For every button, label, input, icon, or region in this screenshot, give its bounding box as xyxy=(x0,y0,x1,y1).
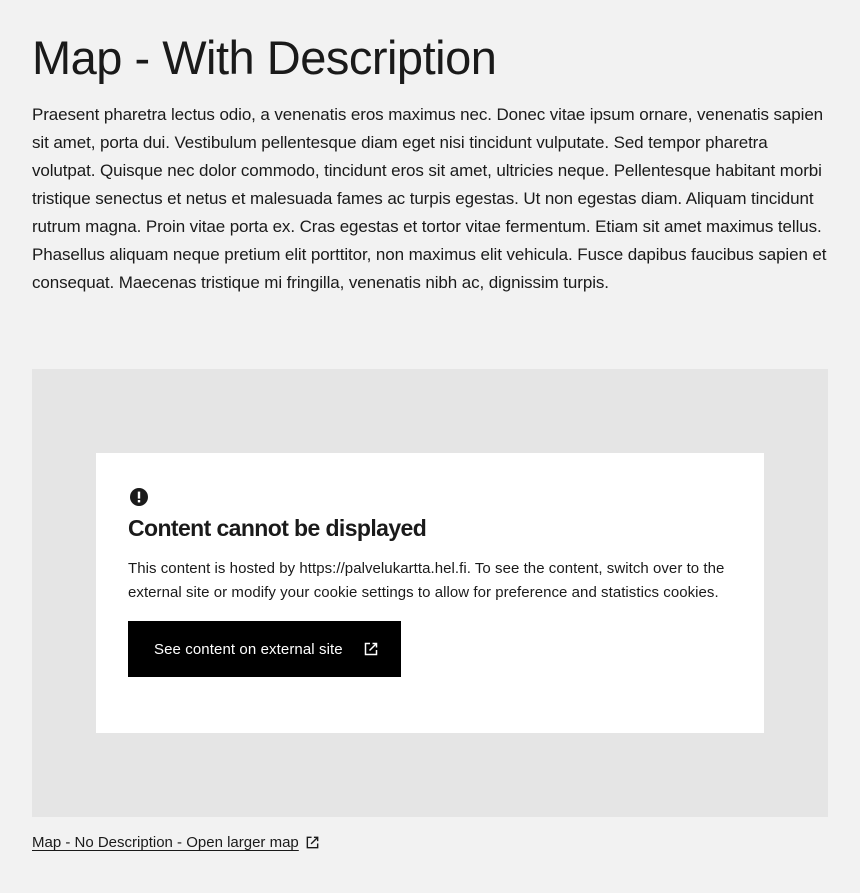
see-content-external-button[interactable]: See content on external site xyxy=(128,621,401,677)
notice-text: This content is hosted by https://palvel… xyxy=(128,560,725,601)
cookie-consent-notice: Content cannot be displayed This content… xyxy=(96,453,764,733)
page-title: Map - With Description xyxy=(32,31,497,84)
page-description: Praesent pharetra lectus odio, a venenat… xyxy=(32,105,827,292)
map-embed-placeholder: Content cannot be displayed This content… xyxy=(32,369,828,817)
notice-title: Content cannot be displayed xyxy=(128,515,427,541)
external-link-icon xyxy=(364,642,378,656)
alert-circle-icon xyxy=(130,488,148,506)
page-container: Map - With Description Praesent pharetra… xyxy=(32,0,828,851)
button-label: See content on external site xyxy=(154,640,343,658)
external-link-icon xyxy=(306,836,319,849)
open-larger-map-link[interactable]: Map - No Description - Open larger map xyxy=(32,834,320,851)
map-link-label: Map - No Description - Open larger map xyxy=(32,834,299,851)
